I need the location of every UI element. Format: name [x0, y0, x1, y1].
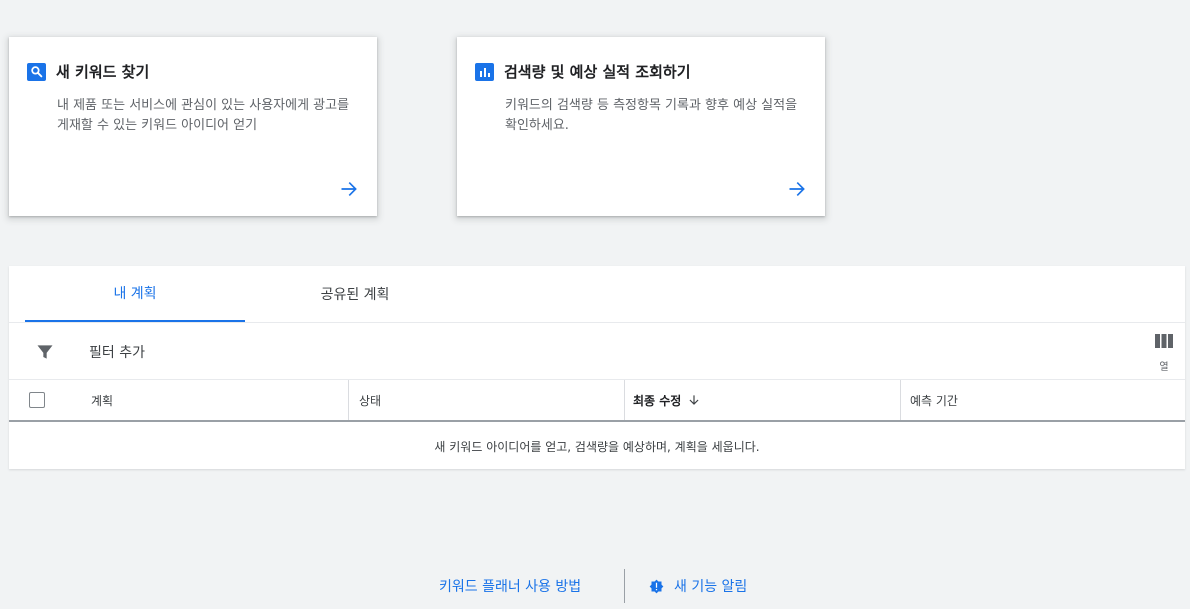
card-description: 내 제품 또는 서비스에 관심이 있는 사용자에게 광고를 게재할 수 있는 키…	[57, 98, 350, 133]
how-to-use-link[interactable]: 키워드 플래너 사용 방법	[439, 576, 581, 596]
column-header-label: 최종 수정	[633, 393, 682, 408]
whats-new-link[interactable]: 새 기능 알림	[649, 576, 747, 596]
column-header-status: 상태	[348, 380, 624, 420]
card-title-text: 새 키워드 찾기	[56, 63, 150, 81]
filter-bar: 필터 추가 열	[9, 323, 1185, 380]
tab-my-plans[interactable]: 내 계획	[25, 266, 245, 322]
card-description: 키워드의 검색량 등 측정항목 기록과 향후 예상 실적을 확인하세요.	[505, 98, 798, 133]
table-header: 계획 상태 최종 수정 예측 기간	[9, 380, 1185, 422]
plan-tabs: 내 계획 공유된 계획	[9, 266, 1185, 323]
card-title-find-keywords: 새 키워드 찾기	[27, 61, 149, 82]
filter-icon[interactable]	[35, 342, 55, 362]
column-header-plan: 계획	[91, 393, 114, 408]
bar-chart-icon	[475, 62, 494, 81]
columns-icon	[1155, 334, 1173, 348]
column-header-last-modified[interactable]: 최종 수정	[624, 380, 900, 420]
tab-shared-plans[interactable]: 공유된 계획	[245, 266, 465, 322]
select-all-checkbox[interactable]	[29, 392, 45, 408]
footer-links: 키워드 플래너 사용 방법 새 기능 알림	[0, 568, 1190, 604]
find-new-keywords-card[interactable]: 새 키워드 찾기 내 제품 또는 서비스에 관심이 있는 사용자에게 광고를 게…	[9, 37, 377, 216]
notification-badge-icon	[649, 579, 664, 593]
empty-state-message: 새 키워드 아이디어를 얻고, 검색량을 예상하며, 계획을 세웁니다.	[434, 439, 760, 454]
arrow-right-icon[interactable]	[339, 179, 359, 199]
footer-divider	[624, 569, 625, 603]
arrow-right-icon[interactable]	[787, 179, 807, 199]
plans-panel: 내 계획 공유된 계획 필터 추가 열 계획 상태 최종 수정 예측 기간 새 …	[9, 266, 1185, 469]
search-volume-forecast-card[interactable]: 검색량 및 예상 실적 조회하기 키워드의 검색량 등 측정항목 기록과 향후 …	[457, 37, 825, 216]
card-title-search-volume: 검색량 및 예상 실적 조회하기	[475, 61, 691, 82]
search-icon	[27, 62, 46, 81]
column-header-forecast-period: 예측 기간	[900, 380, 1185, 420]
columns-label: 열	[1159, 362, 1169, 373]
add-filter-button[interactable]: 필터 추가	[89, 342, 145, 362]
arrow-down-icon	[689, 395, 699, 405]
card-title-text: 검색량 및 예상 실적 조회하기	[504, 63, 691, 81]
whats-new-label: 새 기능 알림	[674, 579, 748, 595]
columns-button[interactable]: 열	[1153, 333, 1175, 373]
